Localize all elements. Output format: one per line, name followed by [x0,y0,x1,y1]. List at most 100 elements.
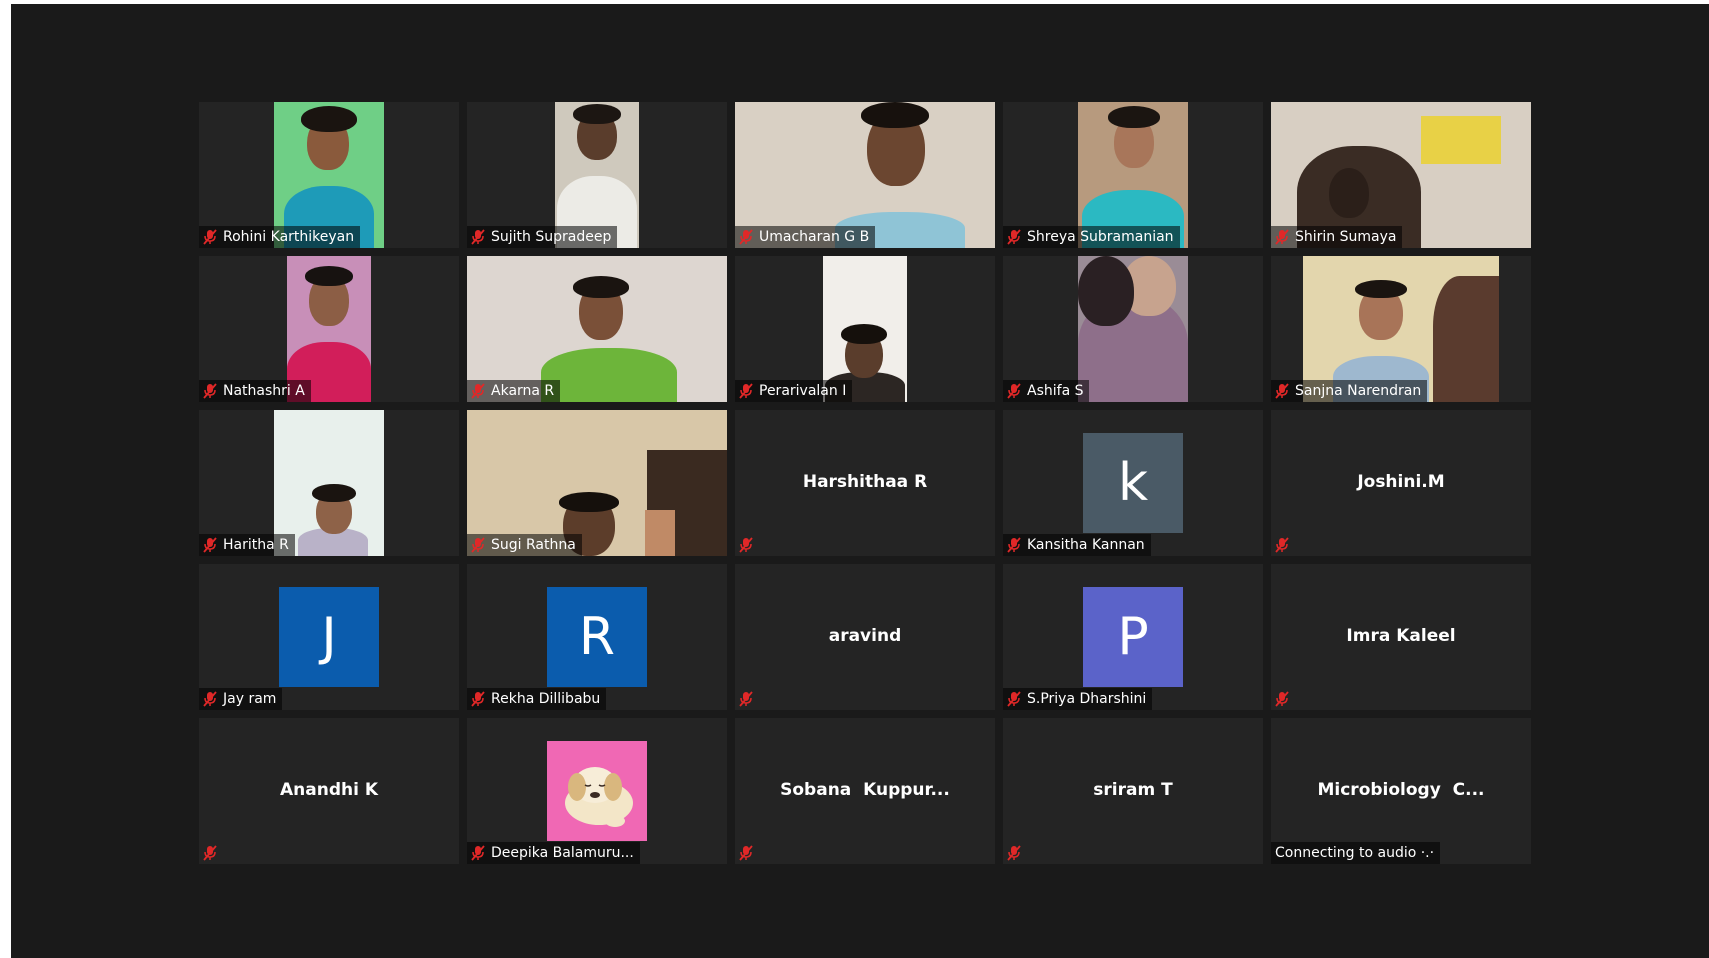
participant-nameplate [735,688,765,710]
participant-video [1078,256,1188,402]
participant-nameplate: Sugi Rathna [467,534,582,556]
participant-tile[interactable]: J Jay ram [199,564,459,710]
muted-microphone-icon [203,845,217,861]
muted-microphone-icon [471,537,485,553]
participant-nameplate [1271,688,1301,710]
participant-tile[interactable]: Haritha R [199,410,459,556]
muted-microphone-icon [1275,383,1289,399]
participant-tile[interactable]: Umacharan G B [735,102,995,248]
participant-tile[interactable]: k Kansitha Kannan [1003,410,1263,556]
participant-tile[interactable]: Imra Kaleel [1271,564,1531,710]
participant-tile[interactable]: Ashifa S [1003,256,1263,402]
participant-display-name: Sobana Kuppur... [780,780,950,800]
participant-nameplate: S.Priya Dharshini [1003,688,1153,710]
participant-tile[interactable]: Microbiology C... Connecting to audio ·.… [1271,718,1531,864]
participant-tile[interactable]: Harshithaa R [735,410,995,556]
participant-tile[interactable]: Perarivalan I [735,256,995,402]
muted-microphone-icon [203,383,217,399]
participant-nameplate [1271,534,1301,556]
participant-nameplate [1003,842,1033,864]
participant-avatar: J [279,587,379,687]
participant-nameplate: Sanjna Narendran [1271,380,1428,402]
meeting-window: Rohini Karthikeyan Sujith Supradeep Umac… [11,4,1709,958]
participant-name: Sujith Supradeep [491,229,612,245]
avatar-initial: P [1117,607,1149,667]
participant-tile[interactable]: Anandhi K [199,718,459,864]
participant-display-name: Anandhi K [279,780,379,800]
participant-nameplate: Haritha R [199,534,295,556]
participant-name: Akarna R [491,383,555,399]
muted-microphone-icon [1275,229,1289,245]
muted-microphone-icon [1007,383,1021,399]
avatar-initial: k [1117,453,1149,513]
participant-nameplate: Shreya Subramanian [1003,226,1180,248]
participant-name: Shreya Subramanian [1027,229,1174,245]
participant-nameplate: Deepika Balamuru... [467,842,640,864]
muted-microphone-icon [739,537,753,553]
participant-tile[interactable]: Sobana Kuppur... [735,718,995,864]
participant-name: Deepika Balamuru... [491,845,634,861]
participant-tile[interactable]: Sugi Rathna [467,410,727,556]
muted-microphone-icon [1007,229,1021,245]
participant-tile[interactable]: Shreya Subramanian [1003,102,1263,248]
participant-name: Nathashri A [223,383,305,399]
muted-microphone-icon [1275,691,1289,707]
participant-tile[interactable]: P S.Priya Dharshini [1003,564,1263,710]
participant-nameplate: Umacharan G B [735,226,876,248]
participant-tile[interactable]: Shirin Sumaya [1271,102,1531,248]
muted-microphone-icon [471,229,485,245]
participant-tile[interactable]: Deepika Balamuru... [467,718,727,864]
participant-display-name: Imra Kaleel [1346,626,1456,646]
avatar-initial: J [321,607,337,667]
muted-microphone-icon [1007,537,1021,553]
participant-avatar: k [1083,433,1183,533]
muted-microphone-icon [1007,845,1021,861]
avatar-initial: R [578,607,616,667]
participant-name: Shirin Sumaya [1295,229,1397,245]
participant-nameplate: Kansitha Kannan [1003,534,1151,556]
audio-status-nameplate: Connecting to audio ·.· [1271,842,1441,864]
participant-display-name: Harshithaa R [802,472,928,492]
participant-display-name: Joshini.M [1357,472,1445,492]
participant-name: Umacharan G B [759,229,870,245]
participant-display-name: Microbiology C... [1317,780,1485,800]
participant-tile[interactable]: Sanjna Narendran [1271,256,1531,402]
participant-nameplate: Rohini Karthikeyan [199,226,361,248]
participant-name: Sanjna Narendran [1295,383,1422,399]
participant-avatar: P [1083,587,1183,687]
participant-nameplate: Rekha Dillibabu [467,688,607,710]
participant-nameplate: Ashifa S [1003,380,1090,402]
participant-tile[interactable]: Rohini Karthikeyan [199,102,459,248]
participant-name: Perarivalan I [759,383,847,399]
muted-microphone-icon [203,691,217,707]
participant-name: Kansitha Kannan [1027,537,1145,553]
muted-microphone-icon [739,845,753,861]
participant-nameplate: Shirin Sumaya [1271,226,1403,248]
participant-tile[interactable]: Joshini.M [1271,410,1531,556]
participant-display-name: aravind [828,626,902,646]
muted-microphone-icon [471,845,485,861]
participant-tile[interactable]: Sujith Supradeep [467,102,727,248]
puppy-image-icon [547,741,647,841]
muted-microphone-icon [471,691,485,707]
participant-tile[interactable]: Akarna R [467,256,727,402]
participant-nameplate [735,842,765,864]
muted-microphone-icon [739,691,753,707]
participant-nameplate: Perarivalan I [735,380,853,402]
participant-tile[interactable]: sriram T [1003,718,1263,864]
participant-name: S.Priya Dharshini [1027,691,1147,707]
participant-name: Ashifa S [1027,383,1084,399]
muted-microphone-icon [1007,691,1021,707]
muted-microphone-icon [739,229,753,245]
participant-display-name: sriram T [1093,780,1173,800]
participant-avatar: R [547,587,647,687]
muted-microphone-icon [1275,537,1289,553]
participant-tile[interactable]: aravind [735,564,995,710]
audio-connecting-status: Connecting to audio ·.· [1275,845,1435,861]
participant-tile[interactable]: Nathashri A [199,256,459,402]
participant-nameplate: Akarna R [467,380,561,402]
participant-name: Jay ram [223,691,277,707]
participant-name: Sugi Rathna [491,537,576,553]
participant-tile[interactable]: R Rekha Dillibabu [467,564,727,710]
muted-microphone-icon [203,229,217,245]
